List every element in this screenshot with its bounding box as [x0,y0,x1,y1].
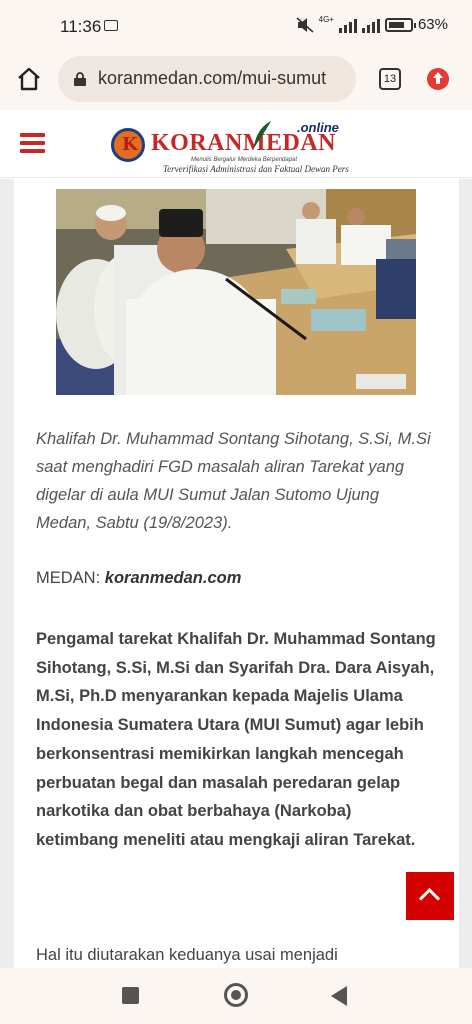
tab-switcher-button[interactable]: 13 [379,68,401,90]
dateline-source: koranmedan.com [104,569,242,587]
quill-icon [254,121,271,148]
photo-caption: Khalifah Dr. Muhammad Sontang Sihotang, … [36,430,431,532]
address-bar[interactable]: koranmedan.com/mui-sumut [58,56,356,102]
recent-apps-button[interactable] [122,987,139,1004]
browser-toolbar: koranmedan.com/mui-sumut 13 [0,52,472,110]
url-text[interactable]: koranmedan.com/mui-sumut [98,68,350,89]
status-time: 11:36 [60,17,102,36]
dateline: MEDAN: koranmedan.com [36,569,241,588]
home-icon[interactable] [16,66,42,92]
menu-icon[interactable] [20,133,45,153]
system-nav-bar [0,968,472,1024]
site-header: K KORANMEDAN .online Menulis Bergalur Me… [0,110,472,178]
back-button[interactable] [331,986,347,1006]
dateline-city: MEDAN: [36,569,101,587]
home-button[interactable] [224,983,248,1007]
screen-cast-icon [104,20,118,31]
page-background: Khalifah Dr. Muhammad Sontang Sihotang, … [0,179,472,968]
article-photo[interactable] [56,189,416,395]
scroll-to-top-button[interactable] [406,872,454,920]
article-lead: Pengamal tarekat Khalifah Dr. Muhammad S… [36,630,436,849]
photo-illustration [56,189,416,395]
status-bar: 11:36 4G+ 63% [0,0,472,52]
upload-icon[interactable] [427,68,449,90]
article-card: Khalifah Dr. Muhammad Sontang Sihotang, … [14,179,459,968]
lock-icon [74,72,86,86]
logo-emblem: K [111,128,145,162]
logo-online: .online [297,120,339,135]
logo-tagline: Terverifikasi Administrasi dan Faktual D… [163,164,349,174]
site-logo[interactable]: K KORANMEDAN .online Menulis Bergalur Me… [111,116,351,174]
mute-icon [296,16,314,33]
network-type: 4G+ [318,15,334,24]
battery-level: 63% [417,16,448,33]
signal-icon [338,17,357,33]
signal-icon-2 [361,17,380,33]
logo-tagline-small: Menulis Bergalur Merdeka Berpendapat [191,157,298,163]
article-paragraph: Hal itu diutarakan keduanya usai menjadi [36,946,338,964]
status-icons: 4G+ 63% [296,15,448,33]
battery-icon [384,17,416,32]
